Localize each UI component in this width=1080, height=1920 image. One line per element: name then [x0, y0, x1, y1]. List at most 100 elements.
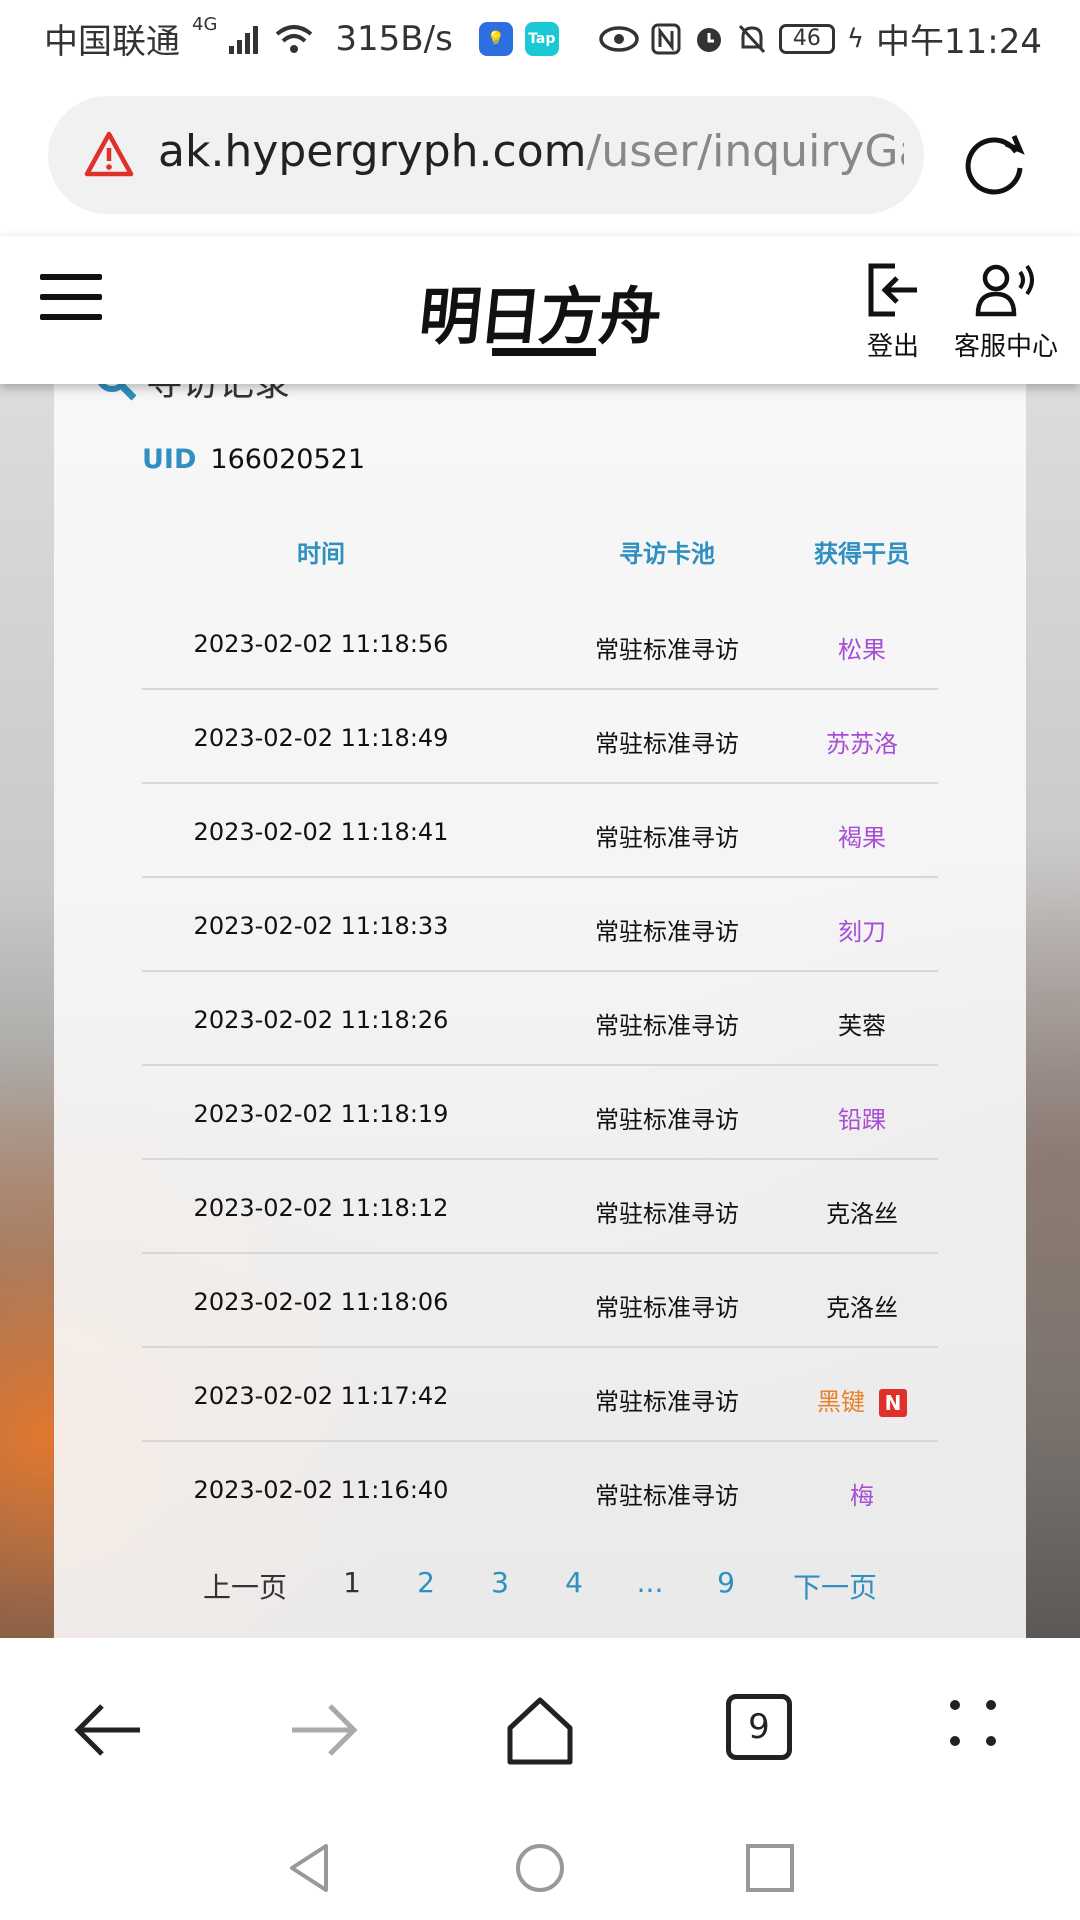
status-bar: 中国联通 4G 315B/s 💡 Tap 46 ϟ 中午11:24	[0, 0, 1080, 76]
eye-icon	[599, 25, 639, 52]
record-time: 2023-02-02 11:18:49	[193, 724, 449, 752]
back-arrow-icon[interactable]	[68, 1690, 148, 1770]
record-pool: 常驻标准寻访	[595, 636, 739, 664]
network-type: 4G	[192, 14, 218, 35]
new-badge: N	[879, 1389, 907, 1417]
record-operator-cell: 褐果	[762, 818, 962, 853]
record-operator: 克洛丝	[826, 1200, 898, 1228]
url-path: /user/inquiryGa	[586, 126, 904, 177]
alarm-icon	[696, 27, 721, 52]
record-pool: 常驻标准寻访	[595, 1106, 739, 1134]
logo-text: 明日方舟	[415, 280, 664, 353]
uid-value: 166020521	[210, 444, 365, 475]
customer-service-label: 客服中心	[953, 332, 1058, 362]
record-operator-cell: 铅踝	[762, 1100, 962, 1135]
bell-muted-icon	[738, 24, 765, 53]
page-ellipsis: ...	[636, 1566, 664, 1599]
reload-icon[interactable]	[962, 130, 1028, 196]
table-row: 2023-02-02 11:16:40 常驻标准寻访 梅	[142, 1442, 938, 1534]
nfc-icon	[651, 23, 681, 54]
more-menu-icon[interactable]	[950, 1700, 1000, 1750]
nav-back-icon[interactable]	[284, 1840, 334, 1896]
address-bar-row: ak.hypergryph.com/user/inquiryGa	[0, 76, 1080, 236]
record-operator: 梅	[850, 1482, 874, 1510]
record-pool: 常驻标准寻访	[595, 824, 739, 852]
page-1-button[interactable]: 1	[336, 1566, 368, 1599]
record-operator: 克洛丝	[826, 1294, 898, 1322]
charging-icon: ϟ	[846, 23, 865, 54]
record-operator-cell: 苏苏洛	[762, 724, 962, 759]
record-pool: 常驻标准寻访	[595, 918, 739, 946]
nav-recents-icon[interactable]	[744, 1842, 796, 1894]
record-time: 2023-02-02 11:18:26	[193, 1006, 449, 1034]
logout-label: 登出	[866, 332, 919, 362]
record-operator: 刻刀	[838, 918, 886, 946]
signal-icon	[229, 25, 259, 54]
record-time: 2023-02-02 11:18:41	[193, 818, 449, 846]
table-row: 2023-02-02 11:18:41 常驻标准寻访 褐果	[142, 784, 938, 878]
carrier-label: 中国联通	[44, 22, 180, 62]
gacha-record-table: 2023-02-02 11:18:56 常驻标准寻访 松果 2023-02-02 11…	[142, 596, 938, 1534]
table-row: 2023-02-02 11:18:26 常驻标准寻访 芙蓉	[142, 972, 938, 1066]
page-3-button[interactable]: 3	[484, 1566, 516, 1599]
tap-app-icon: Tap	[524, 21, 559, 56]
record-time: 2023-02-02 11:18:06	[193, 1288, 449, 1316]
clock: 中午11:24	[876, 22, 1042, 62]
record-pool: 常驻标准寻访	[595, 1294, 739, 1322]
record-operator: 苏苏洛	[826, 730, 898, 758]
record-operator: 芙蓉	[838, 1012, 886, 1040]
column-header-time: 时间	[297, 540, 345, 568]
record-operator: 褐果	[838, 824, 886, 852]
browser-toolbar: 9	[0, 1638, 1080, 1808]
column-header-operator: 获得干员	[814, 540, 910, 568]
record-pool: 常驻标准寻访	[595, 1482, 739, 1510]
record-time: 2023-02-02 11:18:12	[193, 1194, 449, 1222]
table-row: 2023-02-02 11:18:33 常驻标准寻访 刻刀	[142, 878, 938, 972]
record-pool: 常驻标准寻访	[595, 1200, 739, 1228]
lightbulb-icon: 💡	[478, 21, 513, 56]
nav-home-icon[interactable]	[512, 1840, 568, 1896]
customer-service-button[interactable]: 客服中心	[944, 262, 1068, 363]
page-9-button[interactable]: 9	[710, 1566, 742, 1599]
system-navigation-bar	[0, 1808, 1080, 1920]
site-header: 明日方舟 登出 客服中心	[0, 236, 1080, 384]
address-bar[interactable]: ak.hypergryph.com/user/inquiryGa	[48, 96, 924, 214]
menu-icon[interactable]	[40, 274, 102, 324]
record-pool: 常驻标准寻访	[595, 1012, 739, 1040]
page-4-button[interactable]: 4	[558, 1566, 590, 1599]
warning-icon[interactable]	[84, 130, 134, 180]
tab-switcher-button[interactable]: 9	[726, 1694, 792, 1760]
site-logo[interactable]: 明日方舟	[416, 256, 663, 366]
record-operator-cell: 刻刀	[762, 912, 962, 947]
table-row: 2023-02-02 11:18:12 常驻标准寻访 克洛丝	[142, 1160, 938, 1254]
next-page-button[interactable]: 下一页	[780, 1566, 890, 1606]
column-header-pool: 寻访卡池	[619, 540, 715, 568]
table-row: 2023-02-02 11:18:06 常驻标准寻访 克洛丝	[142, 1254, 938, 1348]
table-row: 2023-02-02 11:18:49 常驻标准寻访 苏苏洛	[142, 690, 938, 784]
table-row: 2023-02-02 11:18:56 常驻标准寻访 松果	[142, 596, 938, 690]
uid-label: UID	[142, 444, 197, 475]
record-operator-cell: 芙蓉	[762, 1006, 962, 1041]
forward-arrow-icon[interactable]	[284, 1690, 364, 1770]
table-row: 2023-02-02 11:17:42 常驻标准寻访 黑键 N	[142, 1348, 938, 1442]
home-icon[interactable]	[500, 1690, 580, 1770]
record-operator-cell: 克洛丝	[762, 1194, 962, 1229]
customer-service-icon	[975, 264, 1034, 317]
record-time: 2023-02-02 11:18:33	[193, 912, 449, 940]
record-operator-cell: 黑键 N	[762, 1382, 962, 1417]
logout-button[interactable]: 登出	[862, 262, 924, 363]
table-row: 2023-02-02 11:18:19 常驻标准寻访 铅踝	[142, 1066, 938, 1160]
page-2-button[interactable]: 2	[410, 1566, 442, 1599]
record-pool: 常驻标准寻访	[595, 730, 739, 758]
record-operator-cell: 克洛丝	[762, 1288, 962, 1323]
battery-indicator: 46	[778, 23, 835, 54]
prev-page-button[interactable]: 上一页	[190, 1566, 300, 1606]
record-pool: 常驻标准寻访	[595, 1388, 739, 1416]
record-operator-cell: 梅	[762, 1476, 962, 1511]
record-time: 2023-02-02 11:17:42	[193, 1382, 449, 1410]
network-speed: 315B/s	[335, 18, 453, 59]
record-time: 2023-02-02 11:18:19	[193, 1100, 449, 1128]
record-time: 2023-02-02 11:16:40	[193, 1476, 449, 1504]
url-text[interactable]: ak.hypergryph.com/user/inquiryGa	[158, 126, 904, 177]
record-operator: 黑键	[817, 1388, 865, 1416]
